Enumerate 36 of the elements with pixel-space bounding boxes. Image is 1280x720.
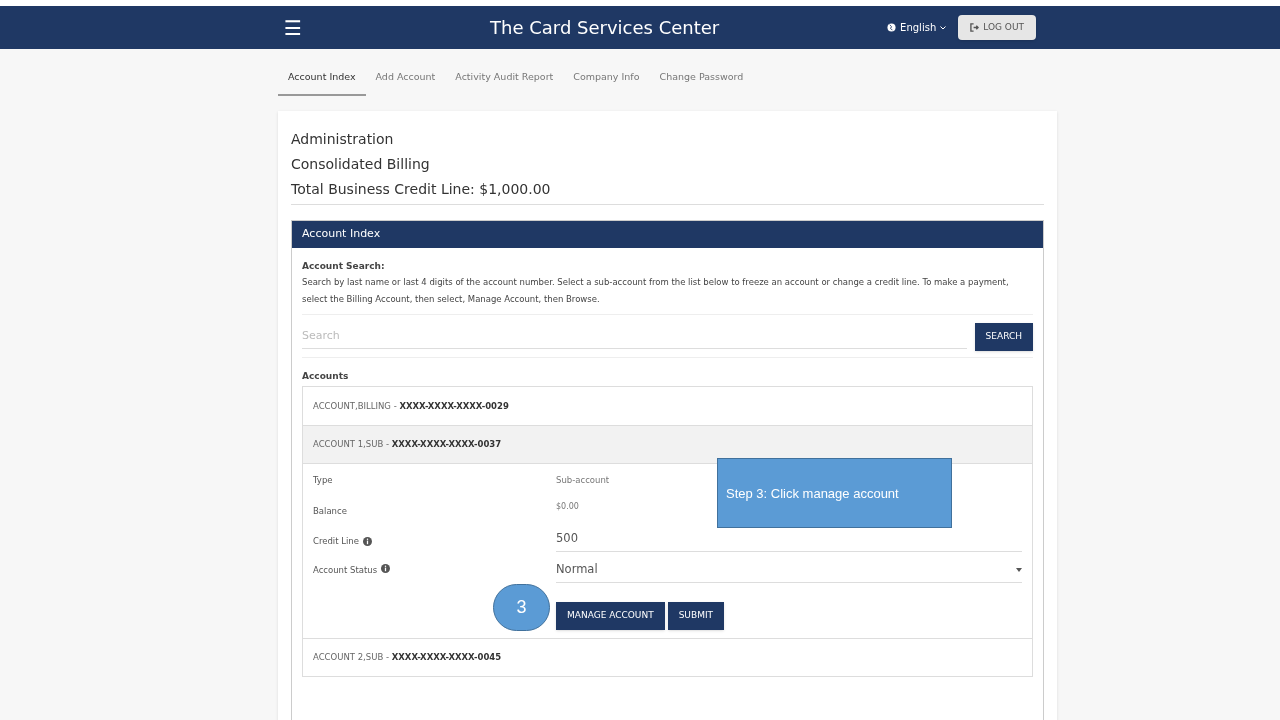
- menu-icon[interactable]: ☰: [284, 17, 302, 38]
- search-help-text: Search by last name or last 4 digits of the account number. Select a sub-account from the list below to freeze an account or change a credit line. To make a payment, select the Billing Account, then select, Manage Account, then Browse.: [302, 276, 1010, 307]
- info-icon: [381, 564, 391, 574]
- globe-icon: [887, 23, 897, 32]
- step-marker: 3: [493, 584, 550, 632]
- field-label: Credit Line: [313, 534, 359, 548]
- nav-tab[interactable]: Change Password: [649, 66, 754, 97]
- search-heading: Account Search:: [302, 259, 386, 273]
- site-title: The Card Services Center: [490, 16, 720, 40]
- search-button[interactable]: SEARCH: [974, 323, 1033, 351]
- language-dropdown[interactable]: English: [887, 20, 947, 35]
- field-value: $0.00: [556, 502, 579, 512]
- nav-tab[interactable]: Account Index: [278, 66, 366, 97]
- accounts-heading: Accounts: [302, 369, 350, 383]
- nav-tab[interactable]: Company Info: [563, 66, 650, 97]
- search-field[interactable]: Search: [302, 325, 967, 349]
- status-dropdown[interactable]: Normal: [556, 558, 1022, 583]
- field-label: Type: [313, 475, 333, 486]
- callout-tooltip: Step 3: Click manage account: [717, 458, 952, 529]
- sign-out-icon: [970, 23, 980, 32]
- panel-header: Account Index: [292, 221, 1043, 248]
- nav-tab[interactable]: Activity Audit Report: [445, 66, 564, 97]
- field-label: Account Status: [313, 564, 378, 577]
- summary-line: Administration: [291, 130, 395, 150]
- summary-line: Consolidated Billing: [291, 155, 431, 175]
- field-value: Sub-account: [556, 475, 610, 486]
- nav-tab[interactable]: Add Account: [365, 66, 446, 97]
- info-icon: [363, 536, 372, 546]
- account-row[interactable]: ACCOUNT 1,SUB - XXXX-XXXX-XXXX-0037: [303, 425, 1032, 464]
- action-button[interactable]: SUBMIT: [667, 602, 725, 630]
- field-label: Balance: [313, 506, 347, 517]
- caret-icon: [1016, 567, 1022, 572]
- summary-line: Total Business Credit Line: $1,000.00: [291, 180, 552, 200]
- logout-button[interactable]: LOG OUT: [958, 14, 1036, 41]
- action-button[interactable]: MANAGE ACCOUNT: [556, 602, 665, 630]
- chevron-down-icon: [940, 25, 947, 30]
